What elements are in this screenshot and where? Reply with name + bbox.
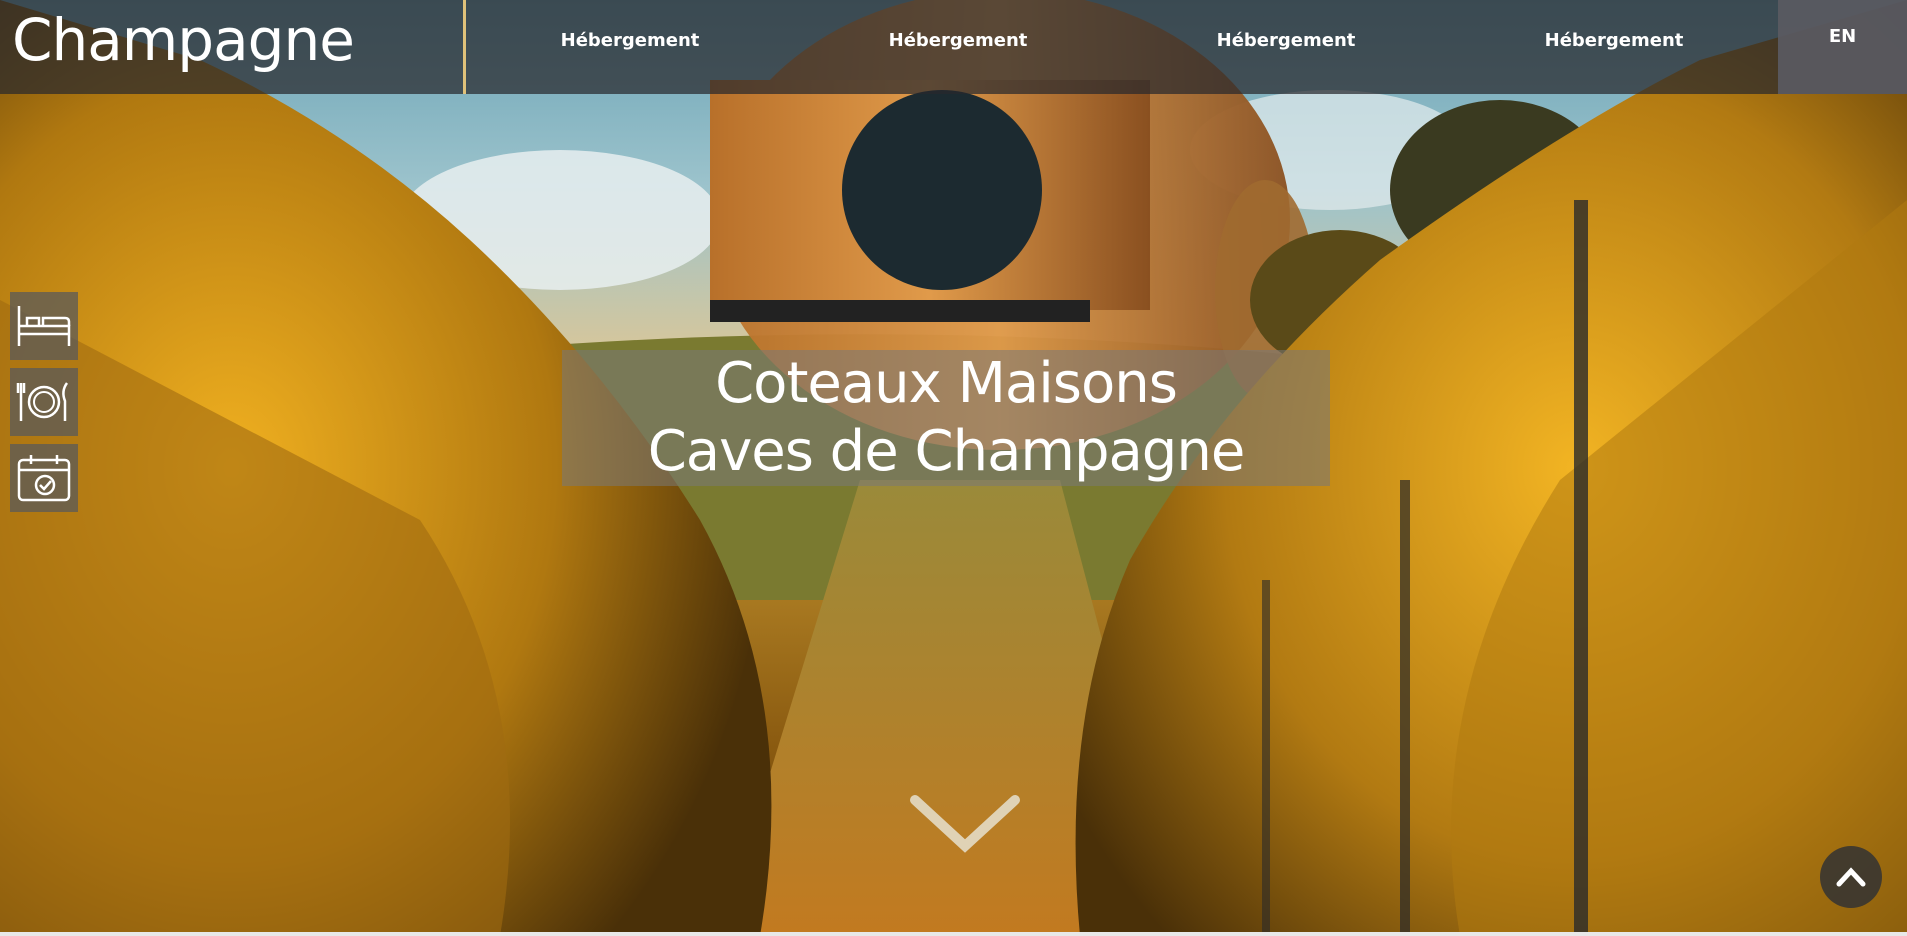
quick-links-sidebar [10,292,78,512]
quick-link-restaurant[interactable] [10,368,78,436]
back-to-top-button[interactable] [1820,846,1882,908]
main-nav: Hébergement Hébergement Hébergement Hébe… [466,0,1778,94]
nav-link-hebergement-4[interactable]: Hébergement [1499,30,1729,51]
quick-link-accommodation[interactable] [10,292,78,360]
quick-link-booking[interactable] [10,444,78,512]
brand-area: Champagne [0,0,466,94]
calendar-check-icon [17,455,71,502]
nav-link-hebergement-1[interactable]: Hébergement [515,30,745,51]
language-switch-button[interactable]: EN [1778,0,1907,94]
scroll-down-button[interactable] [905,790,1025,860]
hero-title-box: Coteaux Maisons Caves de Champagne [562,350,1330,486]
bottom-edge-strip [0,932,1907,936]
hero-title-line-1: Coteaux Maisons [715,351,1178,416]
brand-logo-text[interactable]: Champagne [12,6,355,74]
chevron-up-icon [1836,867,1866,887]
bed-icon [17,306,71,346]
hero-title-line-2: Caves de Champagne [647,419,1246,484]
chevron-down-icon [910,795,1020,853]
nav-link-hebergement-3[interactable]: Hébergement [1171,30,1401,51]
plate-cutlery-icon [16,382,69,421]
nav-link-hebergement-2[interactable]: Hébergement [843,30,1073,51]
top-nav-bar: Champagne Hébergement Hébergement Héberg… [0,0,1907,94]
